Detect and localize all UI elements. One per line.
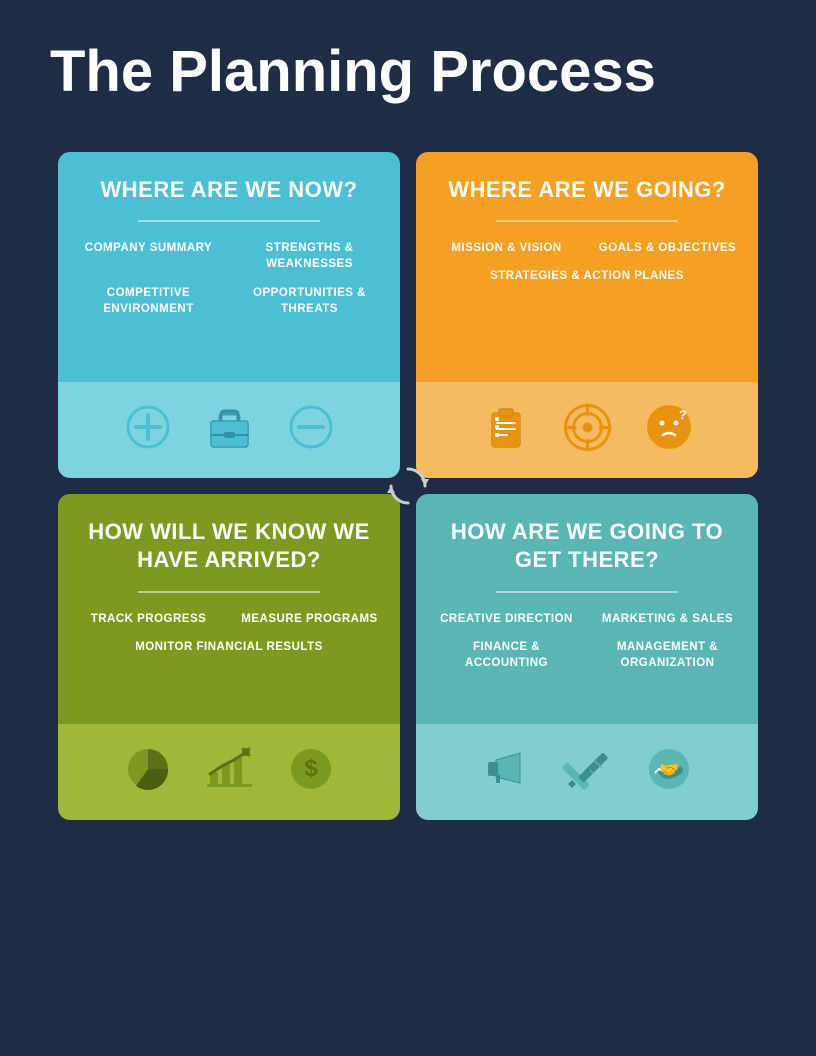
- card-1-top: WHERE ARE WE NOW? COMPANY SUMMARY STRENG…: [58, 152, 400, 382]
- card-3-item-1: TRACK PROGRESS: [78, 611, 219, 627]
- handshake-icon: 🤝: [645, 745, 693, 798]
- card-2-divider: [496, 220, 677, 222]
- card-3-items: TRACK PROGRESS MEASURE PROGRAMS MONITOR …: [78, 611, 380, 655]
- svg-text:🤝: 🤝: [659, 762, 679, 779]
- card-2-bottom: ?: [416, 382, 758, 478]
- question-icon: ?: [645, 403, 693, 456]
- card-4-items: CREATIVE DIRECTION MARKETING & SALES FIN…: [436, 611, 738, 671]
- target-icon: [560, 400, 615, 460]
- card-1-item-2: STRENGTHS & WEAKNESSES: [239, 240, 380, 272]
- money-icon: $: [287, 745, 335, 798]
- card-1-item-3: COMPETITIVE ENVIRONMENT: [78, 285, 219, 317]
- card-how-know: HOW WILL WE KNOW WE HAVE ARRIVED? TRACK …: [58, 494, 400, 820]
- card-where-now: WHERE ARE WE NOW? COMPANY SUMMARY STRENG…: [58, 152, 400, 478]
- plus-icon: [124, 403, 172, 456]
- card-1-item-4: OPPORTUNITIES & THREATS: [239, 285, 380, 317]
- card-1-item-1: COMPANY SUMMARY: [78, 240, 219, 272]
- bar-chart-icon: [202, 742, 257, 802]
- card-2-top: WHERE ARE WE GOING? MISSION & VISION GOA…: [416, 152, 758, 382]
- tools-icon: [560, 742, 615, 802]
- svg-text:$: $: [304, 755, 318, 782]
- card-2-items: MISSION & VISION GOALS & OBJECTIVES STRA…: [436, 240, 738, 284]
- clipboard-icon: [482, 403, 530, 456]
- card-4-bottom: 🤝: [416, 724, 758, 820]
- card-4-top: HOW ARE WE GOING TO GET THERE? CREATIVE …: [416, 494, 758, 724]
- card-3-title: HOW WILL WE KNOW WE HAVE ARRIVED?: [78, 518, 380, 575]
- card-4-item-4: MANAGEMENT & ORGANIZATION: [597, 639, 738, 671]
- card-3-item-2: MEASURE PROGRAMS: [239, 611, 380, 627]
- card-2-item-2: GOALS & OBJECTIVES: [597, 240, 738, 256]
- card-3-divider: [138, 591, 319, 593]
- briefcase-icon: [202, 400, 257, 460]
- card-where-going: WHERE ARE WE GOING? MISSION & VISION GOA…: [416, 152, 758, 478]
- card-2-item-1: MISSION & VISION: [436, 240, 577, 256]
- card-1-bottom: [58, 382, 400, 478]
- card-4-title: HOW ARE WE GOING TO GET THERE?: [436, 518, 738, 575]
- card-4-divider: [496, 591, 677, 593]
- card-1-divider: [138, 220, 319, 222]
- card-4-item-3: FINANCE & ACCOUNTING: [436, 639, 577, 671]
- card-2-item-3: STRATEGIES & ACTION PLANES: [436, 268, 738, 284]
- svg-text:?: ?: [679, 408, 686, 422]
- card-2-title: WHERE ARE WE GOING?: [448, 176, 726, 205]
- card-3-top: HOW WILL WE KNOW WE HAVE ARRIVED? TRACK …: [58, 494, 400, 724]
- page-title: The Planning Process: [50, 40, 656, 104]
- pie-chart-icon: [124, 745, 172, 798]
- center-refresh-icon: [383, 461, 433, 511]
- planning-grid: WHERE ARE WE NOW? COMPANY SUMMARY STRENG…: [50, 144, 766, 828]
- card-1-title: WHERE ARE WE NOW?: [101, 176, 358, 205]
- card-how-get-there: HOW ARE WE GOING TO GET THERE? CREATIVE …: [416, 494, 758, 820]
- megaphone-icon: [482, 745, 530, 798]
- card-4-item-2: MARKETING & SALES: [597, 611, 738, 627]
- card-4-item-1: CREATIVE DIRECTION: [436, 611, 577, 627]
- card-3-bottom: $: [58, 724, 400, 820]
- card-3-item-3: MONITOR FINANCIAL RESULTS: [78, 639, 380, 655]
- card-1-items: COMPANY SUMMARY STRENGTHS & WEAKNESSES C…: [78, 240, 380, 316]
- minus-icon: [287, 403, 335, 456]
